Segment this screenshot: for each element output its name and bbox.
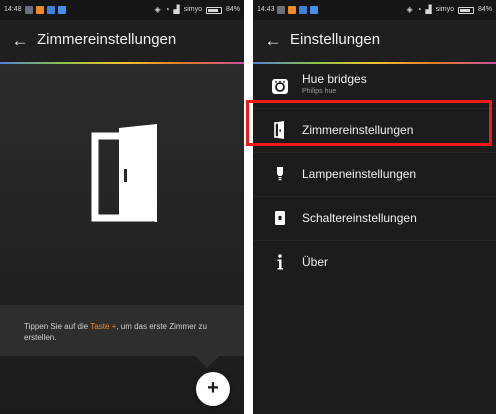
- notification-icon: [277, 6, 285, 14]
- highlight-box: [246, 100, 492, 146]
- notification-icons: [277, 6, 318, 14]
- hint-text: Tippen Sie auf die Taste +, um das erste…: [24, 321, 234, 343]
- carrier-name: simyo: [183, 6, 202, 13]
- bridge-icon: [272, 79, 288, 94]
- hint-pointer: [195, 356, 219, 368]
- lamp-icon: [277, 167, 283, 181]
- vibrate-icon: ◈: [406, 5, 413, 14]
- battery-percent: 84%: [225, 6, 240, 13]
- status-time: 14:43: [257, 6, 275, 13]
- status-right: ◈ ◔ ▟ simyo 84%: [155, 0, 240, 20]
- page-title: Einstellungen: [290, 31, 381, 48]
- notification-icon: [58, 6, 66, 14]
- battery-icon: [205, 6, 222, 14]
- menu-item-schaltereinstellungen[interactable]: Schaltereinstellungen: [253, 196, 496, 241]
- notification-icon: [288, 6, 296, 14]
- menu-item-label: Schaltereinstellungen: [302, 211, 417, 225]
- page-title: Zimmereinstellungen: [37, 31, 177, 48]
- left-phone-screen: 14:48 ◈ ◔ ▟ simyo 84% ← Zimmereinstellun…: [0, 0, 244, 414]
- add-room-button[interactable]: +: [196, 372, 230, 406]
- status-bar: 14:43 ◈ ◔ ▟ simyo 84%: [253, 0, 496, 20]
- arrow-left-icon[interactable]: ←: [261, 29, 285, 53]
- status-bar: 14:48 ◈ ◔ ▟ simyo 84%: [0, 0, 244, 20]
- arrow-left-icon[interactable]: ←: [8, 29, 32, 53]
- menu-item-ueber[interactable]: Über: [253, 240, 496, 284]
- battery-icon: [457, 6, 474, 14]
- menu-item-label: Hue bridges: [302, 72, 367, 86]
- notification-icon: [299, 6, 307, 14]
- notification-icons: [25, 6, 66, 14]
- app-bar: ← Einstellungen: [253, 20, 496, 64]
- door-open-icon: [91, 124, 157, 222]
- wifi-icon: ◔: [416, 5, 422, 14]
- notification-icon: [47, 6, 55, 14]
- app-bar: ← Zimmereinstellungen: [0, 20, 244, 64]
- hint-box: Tippen Sie auf die Taste +, um das erste…: [0, 305, 244, 356]
- hint-accent: Taste +: [90, 322, 117, 331]
- menu-item-sublabel: Philips hue: [302, 88, 337, 95]
- notification-icon: [310, 6, 318, 14]
- signal-icon: ▟: [425, 5, 432, 14]
- menu-item-label: Lampeneinstellungen: [302, 167, 417, 181]
- notification-icon: [36, 6, 44, 14]
- menu-item-lampeneinstellungen[interactable]: Lampeneinstellungen: [253, 152, 496, 197]
- vibrate-icon: ◈: [154, 5, 161, 14]
- hint-text-start: Tippen Sie auf die: [24, 322, 91, 331]
- battery-percent: 84%: [477, 6, 492, 13]
- plus-icon: +: [207, 377, 219, 399]
- status-right: ◈ ◔ ▟ simyo 84%: [407, 0, 492, 20]
- switch-icon: [275, 211, 285, 225]
- signal-icon: ▟: [173, 5, 180, 14]
- carrier-name: simyo: [435, 6, 454, 13]
- status-time: 14:48: [4, 6, 22, 13]
- menu-item-label: Über: [302, 255, 329, 269]
- info-icon: [277, 254, 283, 270]
- wifi-icon: ◔: [164, 5, 170, 14]
- notification-icon: [25, 6, 33, 14]
- right-phone-screen: 14:43 ◈ ◔ ▟ simyo 84% ← Einstellungen Hu…: [253, 0, 496, 414]
